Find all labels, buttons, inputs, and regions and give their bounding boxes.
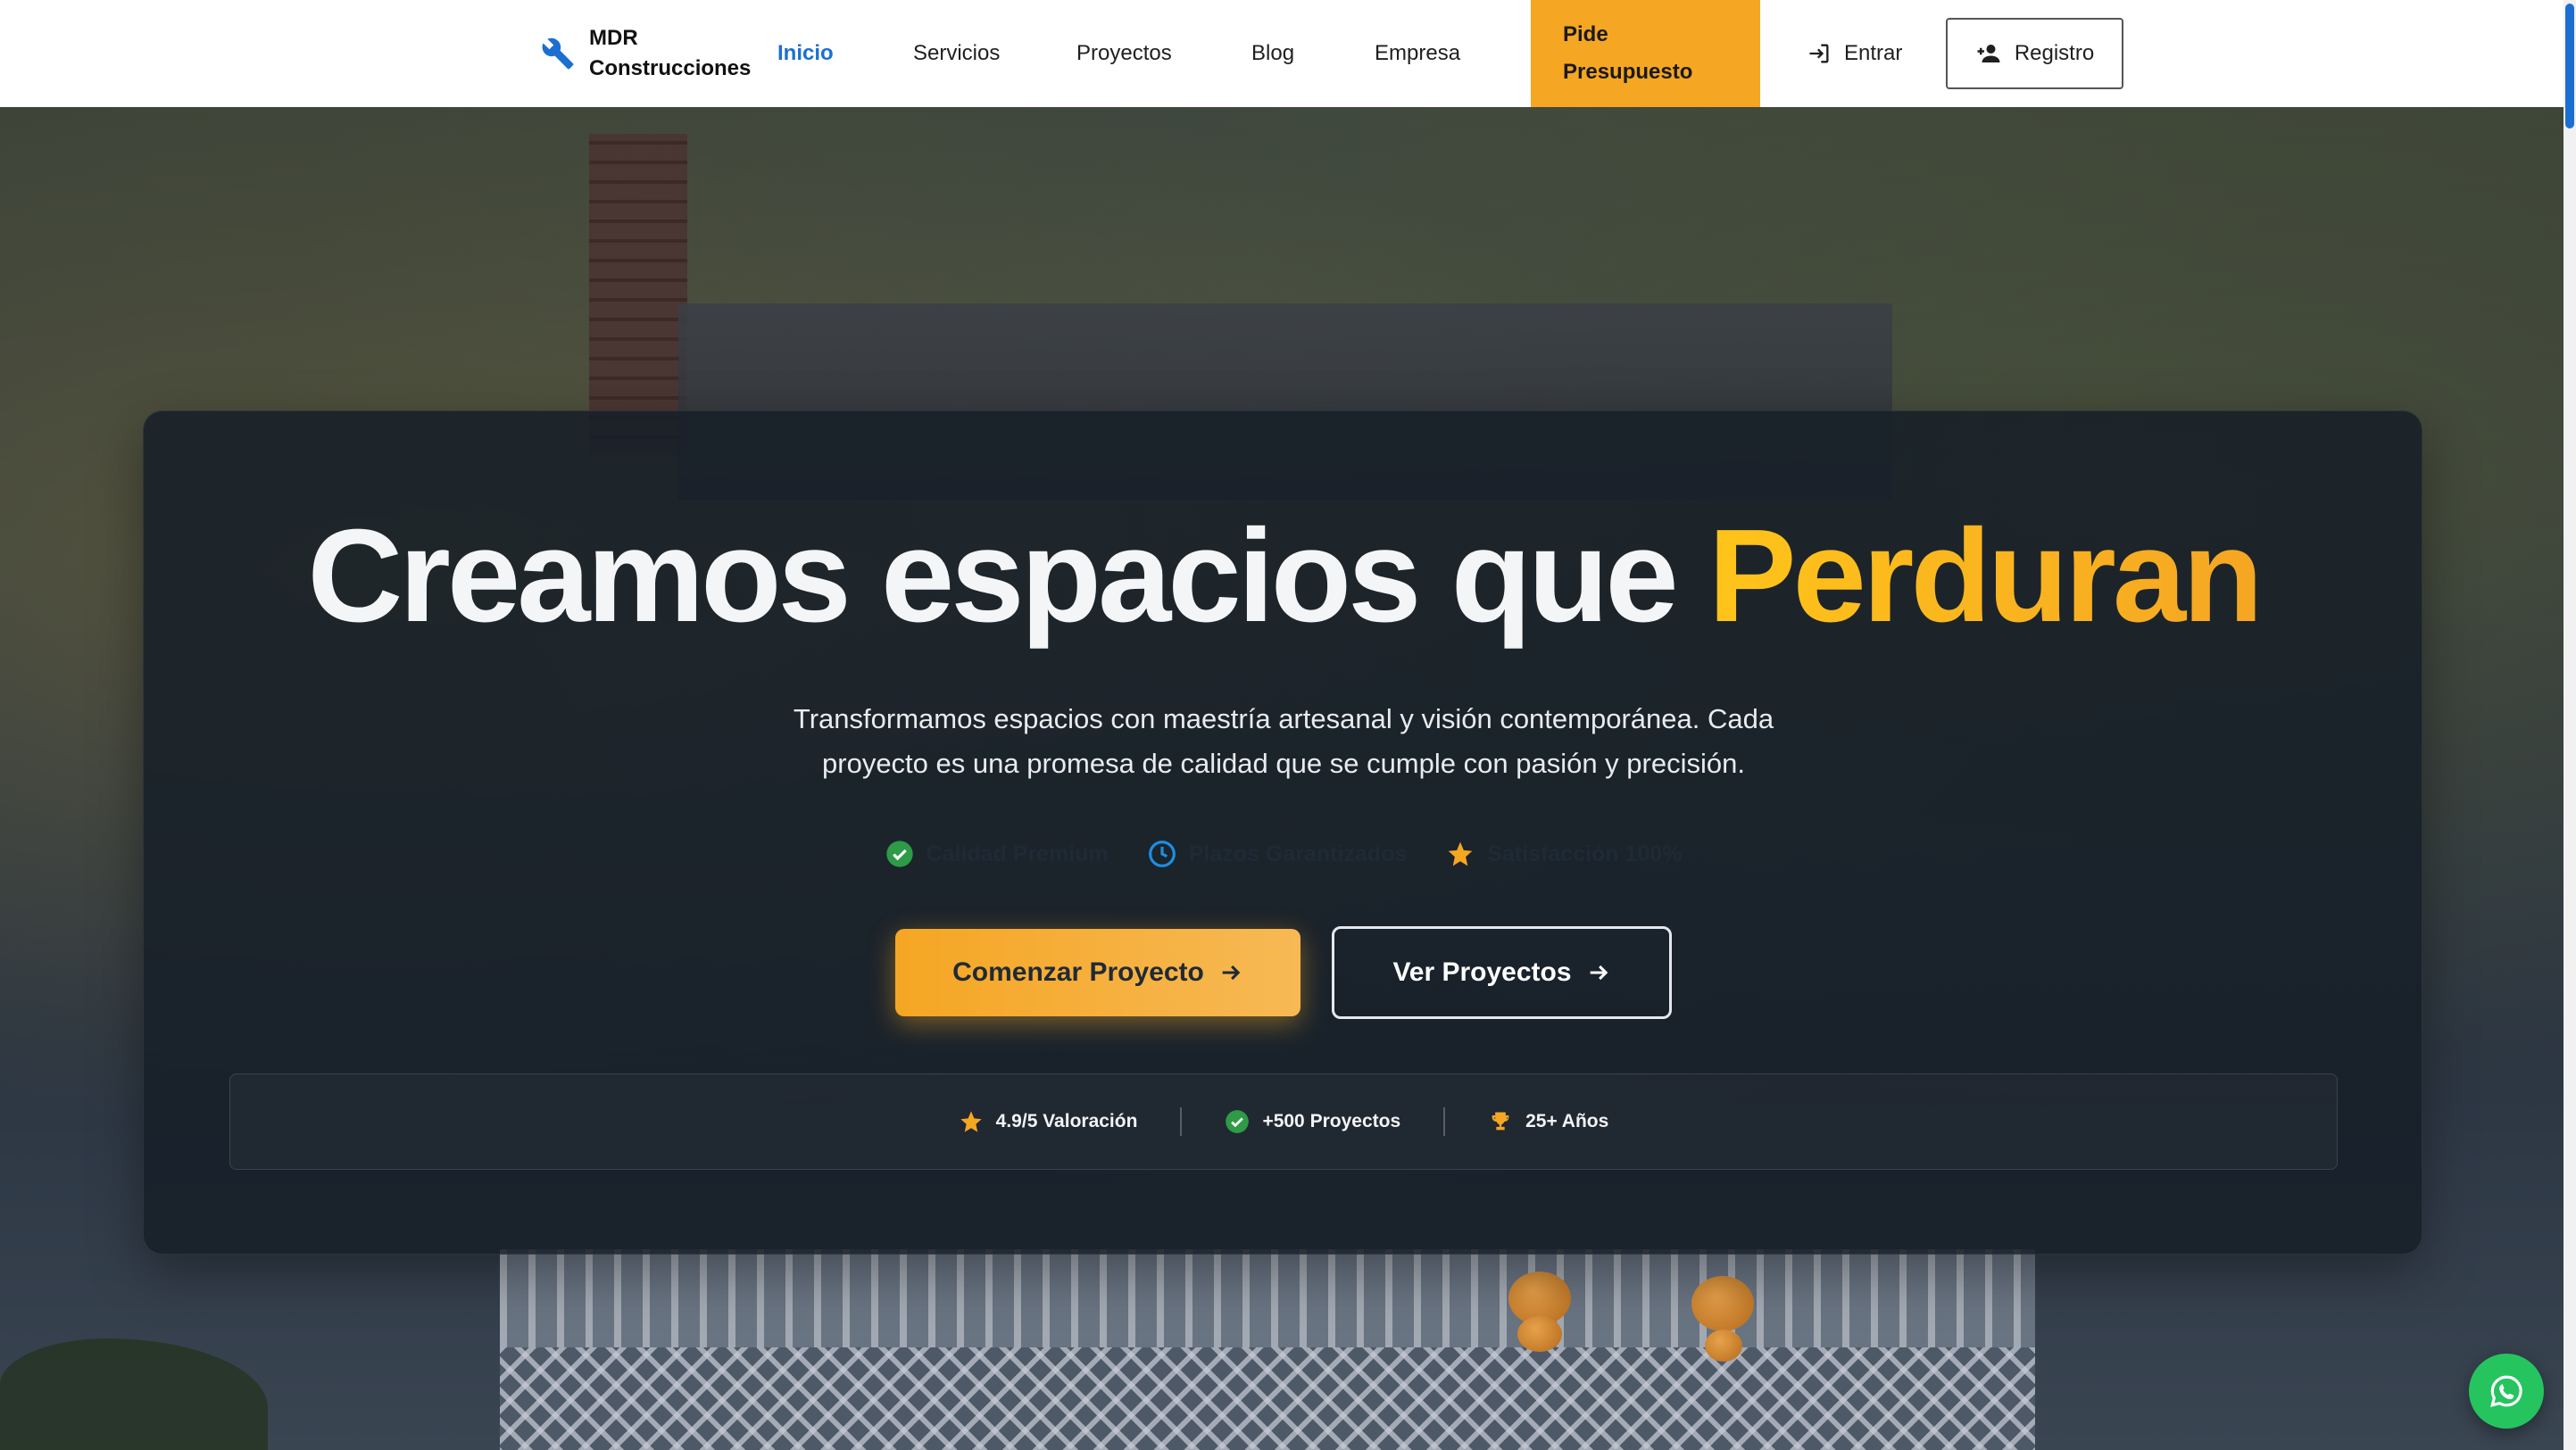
hero-title: Creamos espacios que Perduran bbox=[144, 501, 2423, 652]
wrench-icon bbox=[542, 37, 574, 70]
brand-logo[interactable]: MDR Construcciones bbox=[541, 23, 751, 84]
hero-subtitle-line-2: proyecto es una promesa de calidad que s… bbox=[822, 748, 1745, 779]
brand-line-2: Construcciones bbox=[589, 56, 752, 80]
nav-link-blog[interactable]: Blog bbox=[1251, 36, 1294, 71]
stat-rating: 4.9/5 Valoración bbox=[916, 1109, 1181, 1134]
start-project-button[interactable]: Comenzar Proyecto bbox=[895, 929, 1300, 1016]
feature-label: Calidad Premium bbox=[926, 841, 1109, 866]
stat-label: 4.9/5 Valoración bbox=[995, 1111, 1138, 1131]
brand-line-1: MDR bbox=[589, 26, 638, 50]
stat-projects: +500 Proyectos bbox=[1182, 1109, 1443, 1134]
login-link[interactable]: Entrar bbox=[1807, 36, 1902, 71]
login-icon bbox=[1809, 44, 1829, 63]
view-projects-button[interactable]: Ver Proyectos bbox=[1332, 926, 1672, 1019]
feature-item: Calidad Premium bbox=[885, 840, 1109, 868]
check-circle-icon bbox=[1226, 1110, 1250, 1133]
view-projects-label: Ver Proyectos bbox=[1392, 957, 1572, 987]
whatsapp-icon bbox=[2490, 1375, 2522, 1407]
star-icon bbox=[960, 1111, 982, 1132]
shrub-decoration bbox=[0, 1338, 268, 1450]
register-button[interactable]: Registro bbox=[1946, 18, 2123, 89]
quote-label-line-2: Presupuesto bbox=[1563, 60, 1693, 84]
hero-card: Creamos espacios que Perduran Transforma… bbox=[143, 410, 2422, 1255]
arrow-right-icon bbox=[1222, 965, 1241, 981]
feature-item: Satisfacción 100% bbox=[1446, 840, 1682, 868]
nav-link-inicio[interactable]: Inicio bbox=[777, 36, 834, 71]
hero-subtitle-line-1: Transformamos espacios con maestría arte… bbox=[793, 703, 1774, 734]
quote-label-line-1: Pide bbox=[1563, 22, 1608, 46]
start-project-label: Comenzar Proyecto bbox=[952, 957, 1204, 987]
trophy-icon bbox=[1492, 1112, 1509, 1131]
hero-title-word: que bbox=[1450, 502, 1679, 650]
hero-subtitle: Transformamos espacios con maestría arte… bbox=[748, 697, 1819, 786]
hero-title-word: Creamos bbox=[307, 502, 851, 650]
pumpkin-decoration bbox=[1691, 1276, 1754, 1331]
pumpkin-decoration bbox=[1517, 1316, 1562, 1352]
stats-bar: 4.9/5 Valoración +500 Proyectos 25+ Años bbox=[229, 1073, 2338, 1170]
feature-label: Satisfacción 100% bbox=[1487, 841, 1683, 866]
register-label: Registro bbox=[2014, 41, 2095, 65]
arrow-right-icon bbox=[1590, 965, 1608, 981]
request-quote-button[interactable]: Pide Presupuesto bbox=[1531, 0, 1760, 107]
stat-label: 25+ Años bbox=[1525, 1111, 1609, 1131]
nav-link-proyectos[interactable]: Proyectos bbox=[1076, 36, 1172, 71]
porch-lattice-decoration bbox=[500, 1347, 2035, 1450]
add-user-icon bbox=[1977, 45, 2000, 62]
page-scrollbar[interactable] bbox=[2564, 0, 2576, 1450]
hero-title-word: espacios bbox=[880, 502, 1421, 650]
star-icon bbox=[1448, 841, 1473, 866]
clock-icon bbox=[1148, 841, 1176, 867]
login-label: Entrar bbox=[1844, 41, 1903, 65]
nav-link-servicios[interactable]: Servicios bbox=[913, 36, 1000, 71]
feature-label: Plazos Garantizados bbox=[1188, 841, 1408, 866]
stat-label: +500 Proyectos bbox=[1262, 1111, 1401, 1131]
feature-list: Calidad Premium Plazos Garantizados Sati… bbox=[144, 840, 2423, 868]
whatsapp-button[interactable] bbox=[2469, 1354, 2544, 1429]
pumpkin-decoration bbox=[1705, 1330, 1742, 1362]
chimney-decoration bbox=[589, 134, 687, 455]
feature-item: Plazos Garantizados bbox=[1148, 840, 1408, 868]
brand-name: MDR Construcciones bbox=[589, 23, 751, 84]
scrollbar-thumb[interactable] bbox=[2565, 4, 2574, 128]
hero-title-accent: Perduran bbox=[1708, 502, 2264, 650]
check-circle-icon bbox=[885, 841, 913, 867]
top-navbar: MDR Construcciones Inicio Servicios Proy… bbox=[0, 0, 2564, 107]
nav-link-empresa[interactable]: Empresa bbox=[1375, 36, 1460, 71]
stat-years: 25+ Años bbox=[1445, 1109, 1651, 1134]
